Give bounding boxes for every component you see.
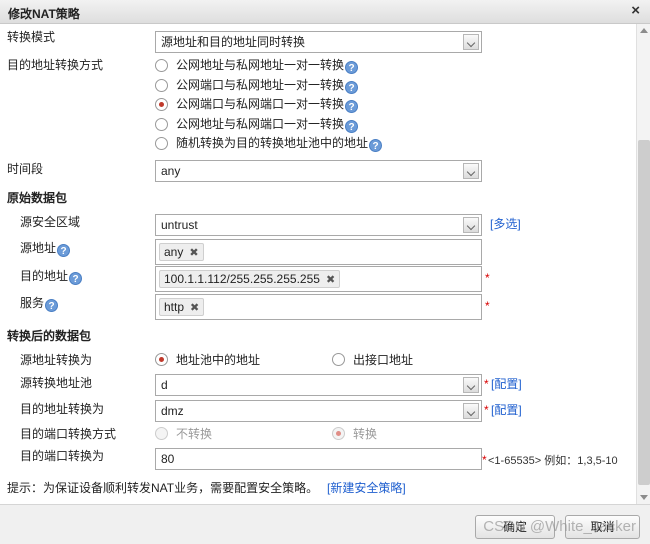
help-icon[interactable]: ? bbox=[57, 244, 71, 257]
mode-select[interactable]: 源地址和目的地址同时转换 bbox=[155, 31, 482, 53]
dst-port-method-radio-no bbox=[155, 427, 168, 440]
chevron-down-icon bbox=[463, 377, 479, 393]
ok-button[interactable]: 确定 bbox=[475, 515, 555, 539]
original-packet-heading: 原始数据包 bbox=[7, 191, 68, 205]
time-select[interactable]: any bbox=[155, 160, 482, 182]
src-translate-option-iface[interactable]: 出接口地址 bbox=[353, 353, 413, 367]
cancel-button[interactable]: 取消 bbox=[565, 515, 640, 539]
help-icon[interactable]: ? bbox=[45, 299, 59, 312]
dst-method-option-1[interactable]: 公网端口与私网地址一对一转换? bbox=[176, 78, 359, 94]
dialog-title: 修改NAT策略 bbox=[8, 7, 80, 21]
dst-method-radio-1[interactable] bbox=[155, 79, 168, 92]
scroll-up-icon[interactable] bbox=[637, 24, 650, 38]
src-addr-tag: any ✖ bbox=[159, 243, 204, 261]
time-select-value: any bbox=[161, 164, 181, 178]
dst-port-required-mark: * bbox=[482, 453, 487, 467]
dst-method-radio-3[interactable] bbox=[155, 118, 168, 131]
dialog-body: 转换模式 源地址和目的地址同时转换 目的地址转换方式 公网地址与私网地址一对一转… bbox=[0, 24, 650, 504]
src-translate-option-pool[interactable]: 地址池中的地址 bbox=[176, 353, 260, 367]
remove-tag-icon[interactable]: ✖ bbox=[190, 302, 199, 314]
mode-select-value: 源地址和目的地址同时转换 bbox=[161, 35, 306, 49]
dst-port-input[interactable]: 80 bbox=[155, 448, 482, 470]
dst-method-label: 目的地址转换方式 bbox=[7, 58, 104, 72]
src-addr-label: 源地址? bbox=[20, 241, 71, 257]
dst-port-method-radio-yes bbox=[332, 427, 345, 440]
help-icon[interactable]: ? bbox=[345, 81, 359, 94]
dst-method-radio-2[interactable] bbox=[155, 98, 168, 111]
src-pool-select[interactable]: d bbox=[155, 374, 482, 396]
dst-port-method-label: 目的端口转换方式 bbox=[20, 427, 117, 441]
tip-text: 提示：为保证设备顺利转发NAT业务，需要配置安全策略。 bbox=[7, 481, 319, 495]
dst-translate-select-value: dmz bbox=[161, 404, 184, 418]
src-pool-required-mark: * bbox=[484, 377, 489, 391]
help-icon[interactable]: ? bbox=[369, 139, 383, 152]
mode-label: 转换模式 bbox=[7, 30, 56, 44]
dst-addr-input[interactable]: 100.1.1.112/255.255.255.255 ✖ bbox=[155, 266, 482, 292]
dialog-footer: 确定 取消 CSDN @White_Jacker bbox=[0, 504, 650, 544]
chevron-down-icon bbox=[463, 163, 479, 179]
service-required-mark: * bbox=[485, 299, 490, 313]
dst-method-option-0[interactable]: 公网地址与私网地址一对一转换? bbox=[176, 58, 359, 74]
time-label: 时间段 bbox=[7, 162, 44, 176]
close-icon[interactable]: × bbox=[631, 3, 640, 19]
dst-port-range-hint: <1-65535> 例如：1,3,5-10 bbox=[488, 455, 618, 467]
src-zone-select-value: untrust bbox=[161, 218, 198, 232]
scroll-down-icon[interactable] bbox=[637, 490, 650, 504]
vertical-scrollbar[interactable] bbox=[636, 24, 650, 504]
dst-port-method-option-no: 不转换 bbox=[176, 427, 213, 441]
scrollbar-thumb[interactable] bbox=[638, 140, 650, 485]
help-icon[interactable]: ? bbox=[345, 100, 359, 113]
remove-tag-icon[interactable]: ✖ bbox=[189, 247, 198, 259]
dst-translate-select[interactable]: dmz bbox=[155, 400, 482, 422]
new-security-policy-link[interactable]: [新建安全策略] bbox=[327, 481, 406, 495]
translated-packet-heading: 转换后的数据包 bbox=[7, 329, 92, 343]
dst-method-radio-0[interactable] bbox=[155, 59, 168, 72]
dst-translate-label: 目的地址转换为 bbox=[20, 402, 105, 416]
dst-addr-required-mark: * bbox=[485, 271, 490, 285]
dst-method-option-3[interactable]: 公网地址与私网端口一对一转换? bbox=[176, 117, 359, 133]
src-zone-select[interactable]: untrust bbox=[155, 214, 482, 236]
dst-translate-required-mark: * bbox=[484, 403, 489, 417]
remove-tag-icon[interactable]: ✖ bbox=[326, 274, 335, 286]
src-pool-config-link[interactable]: [配置] bbox=[491, 377, 522, 391]
service-input[interactable]: http ✖ bbox=[155, 294, 482, 320]
src-zone-multiselect-link[interactable]: [多选] bbox=[490, 217, 521, 231]
src-translate-radio-pool[interactable] bbox=[155, 353, 168, 366]
help-icon[interactable]: ? bbox=[345, 61, 359, 74]
dst-method-option-4[interactable]: 随机转换为目的转换地址池中的地址? bbox=[176, 136, 383, 152]
dst-port-input-value: 80 bbox=[161, 452, 175, 466]
dst-method-option-2[interactable]: 公网端口与私网端口一对一转换? bbox=[176, 97, 359, 113]
src-pool-label: 源转换地址池 bbox=[20, 376, 93, 390]
dst-translate-config-link[interactable]: [配置] bbox=[491, 403, 522, 417]
chevron-down-icon bbox=[463, 217, 479, 233]
src-zone-label: 源安全区域 bbox=[20, 215, 81, 229]
help-icon[interactable]: ? bbox=[345, 120, 359, 133]
dst-addr-tag: 100.1.1.112/255.255.255.255 ✖ bbox=[159, 270, 341, 288]
dialog-titlebar: 修改NAT策略 × bbox=[0, 0, 650, 24]
src-pool-select-value: d bbox=[161, 378, 168, 392]
dst-port-label: 目的端口转换为 bbox=[20, 449, 105, 463]
help-icon[interactable]: ? bbox=[69, 272, 83, 285]
dst-method-radio-4[interactable] bbox=[155, 137, 168, 150]
src-translate-radio-iface[interactable] bbox=[332, 353, 345, 366]
service-label: 服务? bbox=[20, 296, 59, 312]
chevron-down-icon bbox=[463, 34, 479, 50]
src-addr-input[interactable]: any ✖ bbox=[155, 239, 482, 265]
dst-addr-label: 目的地址? bbox=[20, 269, 83, 285]
chevron-down-icon bbox=[463, 403, 479, 419]
dst-port-method-option-yes: 转换 bbox=[353, 427, 378, 441]
src-translate-label: 源地址转换为 bbox=[20, 353, 93, 367]
service-tag: http ✖ bbox=[159, 298, 205, 316]
modify-nat-policy-dialog: 修改NAT策略 × 转换模式 源地址和目的地址同时转换 目的地址转换方式 公网地… bbox=[0, 0, 650, 544]
